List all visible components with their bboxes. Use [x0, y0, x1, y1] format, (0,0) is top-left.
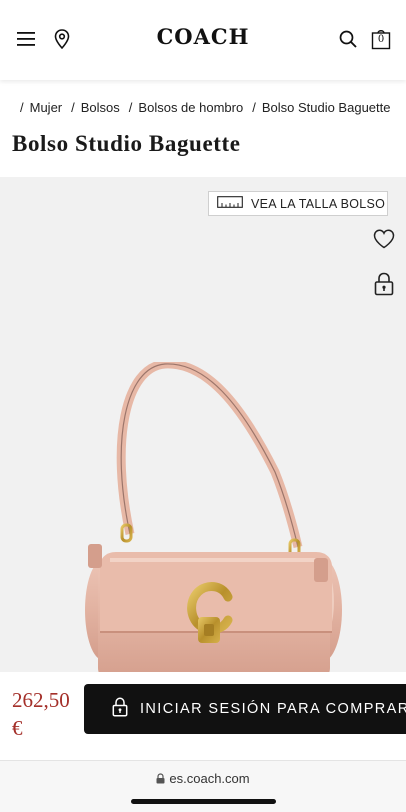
- breadcrumb-separator: /: [128, 100, 133, 115]
- breadcrumb-item-bolsos-de-hombro[interactable]: Bolsos de hombro: [138, 100, 252, 120]
- browser-address-bar[interactable]: es.coach.com: [0, 760, 406, 812]
- breadcrumb-item-mujer[interactable]: Mujer: [30, 100, 72, 120]
- url-display[interactable]: es.coach.com: [0, 771, 406, 787]
- url-text: es.coach.com: [169, 771, 250, 786]
- product-image: [85, 362, 342, 672]
- shopping-bag-icon[interactable]: 0: [369, 26, 393, 52]
- login-to-buy-label: INICIAR SESIÓN PARA COMPRAR: [140, 701, 406, 717]
- size-guide-button[interactable]: VEA LA TALLA BOLSO: [208, 191, 388, 216]
- breadcrumb-item-bolsos[interactable]: Bolsos: [81, 100, 129, 120]
- lock-icon[interactable]: [374, 272, 396, 298]
- heart-icon[interactable]: [373, 229, 397, 251]
- lock-icon: [112, 697, 128, 722]
- size-guide-label: VEA LA TALLA BOLSO: [251, 196, 386, 211]
- product-price: 262,50 €: [12, 688, 70, 740]
- bag-count: 0: [377, 34, 385, 45]
- breadcrumb-separator: /: [71, 100, 75, 115]
- breadcrumb-separator: /: [252, 100, 256, 115]
- breadcrumb-item-current[interactable]: Bolso Studio Baguette: [262, 100, 400, 120]
- product-gallery[interactable]: VEA LA TALLA BOLSO: [0, 177, 406, 672]
- site-header: COACH 0: [0, 0, 406, 80]
- product-title: Bolso Studio Baguette: [12, 131, 241, 156]
- home-indicator[interactable]: [131, 799, 276, 804]
- purchase-bar: 262,50 € INICIAR SESIÓN PARA COMPRAR: [0, 672, 406, 760]
- breadcrumb-separator: /: [20, 100, 24, 115]
- breadcrumb: / Mujer / Bolsos / Bolsos de hombro / Bo…: [20, 100, 406, 120]
- search-icon[interactable]: [336, 27, 360, 51]
- padlock-icon: [156, 772, 165, 787]
- ruler-icon: [217, 195, 243, 213]
- login-to-buy-button[interactable]: INICIAR SESIÓN PARA COMPRAR: [84, 684, 406, 734]
